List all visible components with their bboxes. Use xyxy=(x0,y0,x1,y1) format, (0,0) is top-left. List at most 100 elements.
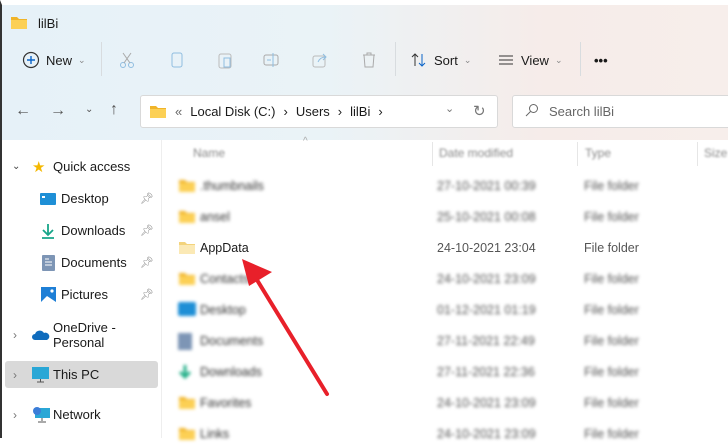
back-button[interactable]: ← xyxy=(15,102,31,120)
chevron-right-icon[interactable]: › xyxy=(13,328,17,342)
copy-button[interactable] xyxy=(168,46,186,74)
share-button[interactable] xyxy=(311,46,329,74)
column-divider[interactable] xyxy=(577,142,578,166)
file-type: File folder xyxy=(584,179,639,193)
breadcrumb-separator[interactable]: › xyxy=(283,104,287,119)
breadcrumb-separator[interactable]: › xyxy=(378,104,382,119)
sort-label: Sort xyxy=(434,52,458,68)
file-name: Desktop xyxy=(200,303,246,317)
file-type: File folder xyxy=(584,210,639,224)
delete-button[interactable] xyxy=(360,46,378,74)
file-name: ansel xyxy=(200,210,230,224)
sidebar-item-network[interactable]: › Network xyxy=(5,401,158,428)
more-options-button[interactable]: ••• xyxy=(594,46,608,74)
folder-icon xyxy=(178,271,196,289)
scissors-icon xyxy=(120,52,134,68)
column-header-name[interactable]: Name xyxy=(193,146,225,166)
file-row[interactable]: Desktop 01-12-2021 01:19 File folder xyxy=(178,296,718,324)
file-date: 27-10-2021 00:39 xyxy=(437,179,536,193)
address-bar[interactable]: « Local Disk (C:) › Users › lilBi › ⌄ ↻ xyxy=(140,95,498,128)
search-box[interactable]: Search lilBi xyxy=(512,95,728,128)
network-icon xyxy=(33,407,50,423)
breadcrumb-lilbi[interactable]: lilBi xyxy=(350,104,370,119)
file-type: File folder xyxy=(584,396,639,410)
pin-icon[interactable]: 📌︎ xyxy=(140,288,154,301)
file-name: Documents xyxy=(200,334,264,348)
more-icon: ••• xyxy=(594,52,608,68)
file-row[interactable]: Favorites 24-10-2021 23:09 File folder xyxy=(178,389,718,417)
column-divider[interactable] xyxy=(432,142,433,166)
up-button[interactable]: ↑ xyxy=(110,101,118,119)
view-button[interactable]: View ⌄ xyxy=(497,46,563,74)
folder-icon xyxy=(10,15,28,33)
file-date: 01-12-2021 01:19 xyxy=(437,303,536,317)
sidebar-item-this-pc[interactable]: › This PC xyxy=(5,361,158,388)
computer-icon xyxy=(32,366,49,382)
chevron-right-icon[interactable]: › xyxy=(13,408,17,422)
sidebar-item-quick-access[interactable]: ⌄ ★ Quick access xyxy=(5,153,158,180)
file-row[interactable]: .thumbnails 27-10-2021 00:39 File folder xyxy=(178,172,718,200)
rename-button[interactable] xyxy=(262,46,280,74)
sidebar-item-documents[interactable]: Documents 📌︎ xyxy=(5,249,158,276)
pin-icon[interactable]: 📌︎ xyxy=(140,224,154,237)
share-icon xyxy=(312,53,327,68)
pin-icon[interactable]: 📌︎ xyxy=(140,256,154,269)
star-icon: ★ xyxy=(32,158,46,176)
sort-button[interactable]: Sort ⌄ xyxy=(410,46,471,74)
chevron-down-icon: ⌄ xyxy=(78,54,86,65)
chevron-down-icon: ⌄ xyxy=(463,54,472,65)
arrow-right-icon: → xyxy=(50,102,66,119)
recent-locations-button[interactable]: ⌄ xyxy=(85,104,93,115)
cloud-icon xyxy=(32,330,50,340)
file-date: 24-10-2021 23:04 xyxy=(437,241,536,255)
sidebar-item-label: Network xyxy=(53,407,101,422)
column-header-type[interactable]: Type xyxy=(585,146,611,166)
column-divider[interactable] xyxy=(697,142,698,166)
copy-icon xyxy=(171,52,183,68)
sidebar-item-pictures[interactable]: Pictures 📌︎ xyxy=(5,281,158,308)
search-placeholder: Search lilBi xyxy=(549,104,615,119)
chevron-down-icon: ⌄ xyxy=(554,54,563,65)
forward-button[interactable]: → xyxy=(50,102,66,120)
documents-icon xyxy=(178,333,192,353)
sidebar-item-downloads[interactable]: Downloads 📌︎ xyxy=(5,217,158,244)
chevron-right-icon[interactable]: › xyxy=(13,368,17,382)
file-type: File folder xyxy=(584,303,639,317)
sidebar-item-onedrive[interactable]: › OneDrive - Personal xyxy=(5,320,158,350)
file-row[interactable]: Contacts 24-10-2021 23:09 File folder xyxy=(178,265,718,293)
arrow-left-icon: ← xyxy=(15,102,31,119)
address-dropdown-icon[interactable]: ⌄ xyxy=(445,102,454,115)
pin-icon[interactable]: 📌︎ xyxy=(140,192,154,205)
column-header-size[interactable]: Size xyxy=(704,146,727,166)
sidebar-item-label: Pictures xyxy=(61,287,108,302)
file-row[interactable]: Links 24-10-2021 23:09 File folder xyxy=(178,420,718,448)
file-name: Links xyxy=(200,427,230,441)
file-row[interactable]: Documents 27-11-2021 22:49 File folder xyxy=(178,327,718,355)
paste-icon xyxy=(218,53,232,69)
file-date: 24-10-2021 23:09 xyxy=(437,272,536,286)
folder-icon xyxy=(178,209,196,227)
column-header-date[interactable]: Date modified xyxy=(439,146,513,166)
overflow-icon[interactable]: « xyxy=(175,104,182,119)
sidebar-item-desktop[interactable]: Desktop 📌︎ xyxy=(5,185,158,212)
file-type: File folder xyxy=(584,334,639,348)
paste-button[interactable] xyxy=(216,46,234,74)
cut-button[interactable] xyxy=(118,46,136,74)
refresh-icon[interactable]: ↻ xyxy=(473,102,486,120)
file-date: 24-10-2021 23:09 xyxy=(437,427,536,441)
file-date: 27-11-2021 22:36 xyxy=(437,365,535,379)
file-row[interactable]: Downloads 27-11-2021 22:36 File folder xyxy=(178,358,718,386)
folder-icon xyxy=(178,178,196,196)
folder-icon xyxy=(150,106,166,118)
breadcrumb-local-disk[interactable]: Local Disk (C:) xyxy=(190,104,275,119)
new-label: New xyxy=(46,52,73,68)
chevron-down-icon[interactable]: ⌄ xyxy=(12,161,20,172)
file-type: File folder xyxy=(584,365,639,379)
file-row[interactable]: ansel 25-10-2021 00:08 File folder xyxy=(178,203,718,231)
breadcrumb-separator[interactable]: › xyxy=(338,104,342,119)
file-row[interactable]: AppData 24-10-2021 23:04 File folder xyxy=(178,234,718,262)
chevron-down-icon: ⌄ xyxy=(85,104,94,115)
sidebar-item-label: Documents xyxy=(61,255,127,270)
breadcrumb-users[interactable]: Users xyxy=(296,104,330,119)
new-button[interactable]: New ⌄ xyxy=(22,46,86,74)
